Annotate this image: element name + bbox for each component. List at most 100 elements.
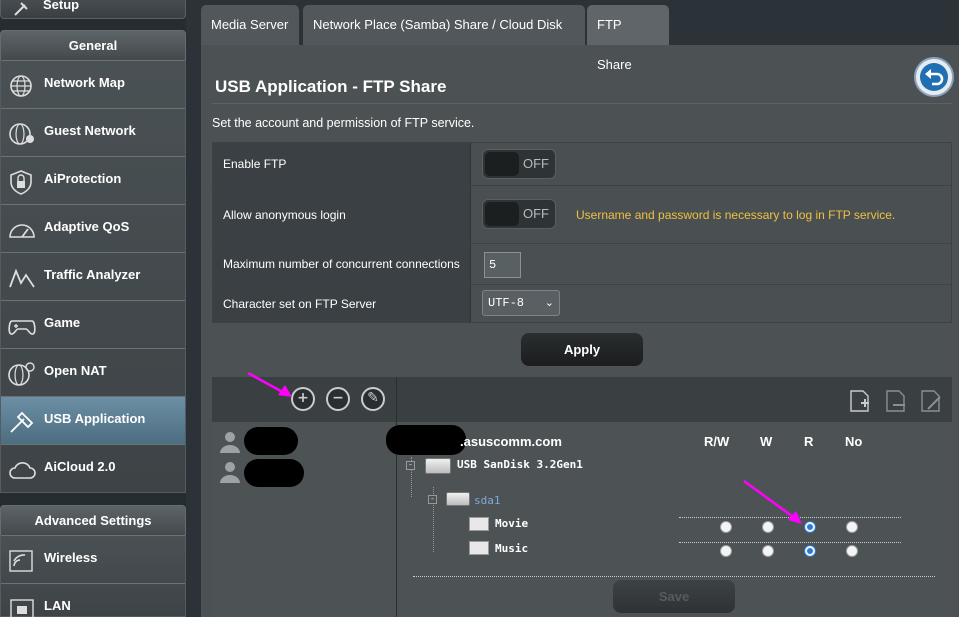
title-divider [212, 103, 952, 104]
sidebar-item-label: Network Map [44, 75, 125, 90]
back-button[interactable] [914, 57, 954, 97]
anonymous-login-label: Allow anonymous login [213, 186, 471, 243]
sidebar-item-network-map[interactable]: Network Map [1, 60, 185, 108]
music-rw-radio[interactable] [720, 545, 732, 557]
save-button[interactable]: Save [613, 580, 735, 613]
tab-network-place-share[interactable]: Network Place (Samba) Share / Cloud Disk [303, 5, 585, 45]
anonymous-login-row: Allow anonymous login OFF Username and p… [213, 185, 951, 243]
folder-name[interactable]: Movie [495, 517, 528, 530]
folder-icon [469, 517, 489, 531]
host-name: .asuscomm.com [460, 434, 562, 449]
toggle-state: OFF [523, 206, 549, 221]
advanced-nav: Wireless LAN [0, 535, 186, 617]
sidebar-item-label: USB Application [44, 411, 146, 426]
tab-media-server[interactable]: Media Server [201, 5, 299, 45]
guest-network-icon [9, 123, 34, 145]
charset-select[interactable]: UTF-8 ⌄ [482, 290, 560, 316]
movie-no-radio[interactable] [846, 521, 858, 533]
sidebar-item-usb-application[interactable]: USB Application [1, 396, 185, 444]
drive-label: USB SanDisk 3.2Gen1 [457, 458, 583, 471]
column-r: R [804, 434, 814, 449]
anonymous-login-toggle[interactable]: OFF [482, 199, 556, 229]
account-permission-panel: + − ✎ .asuscomm.com R/W W R No - USB San… [212, 377, 952, 617]
column-rw: R/W [704, 434, 730, 449]
anonymous-login-warning: Username and password is necessary to lo… [576, 208, 896, 222]
toggle-state: OFF [523, 156, 549, 171]
wireless-icon [9, 550, 33, 572]
sidebar-item-label: Open NAT [44, 363, 107, 378]
enable-ftp-toggle[interactable]: OFF [482, 149, 556, 179]
column-no: No [845, 434, 863, 449]
movie-rw-radio[interactable] [720, 521, 732, 533]
annotation-arrow-icon [247, 371, 292, 397]
cloud-icon [9, 462, 36, 479]
panel-divider [396, 377, 397, 617]
page-description: Set the account and permission of FTP se… [212, 116, 475, 130]
enable-ftp-row: Enable FTP OFF [213, 143, 951, 185]
lan-icon [10, 599, 34, 617]
sidebar-item-aiprotection[interactable]: AiProtection [1, 156, 185, 204]
back-arrow-icon [920, 63, 948, 91]
sidebar-item-setup[interactable]: Setup [0, 0, 186, 19]
main-panel: Media Server Network Place (Samba) Share… [201, 0, 959, 617]
general-nav: Network Map Guest Network AiProtection A… [0, 60, 186, 493]
advanced-settings-header: Advanced Settings [0, 505, 186, 536]
column-w: W [760, 434, 773, 449]
collapse-toggle[interactable]: - [406, 461, 415, 470]
max-connections-input[interactable]: 5 [484, 252, 521, 278]
redacted-hostname [386, 425, 466, 455]
sidebar-item-guest-network[interactable]: Guest Network [1, 108, 185, 156]
music-no-radio[interactable] [846, 545, 858, 557]
sidebar-item-wireless[interactable]: Wireless [1, 535, 185, 583]
sidebar-item-aicloud[interactable]: AiCloud 2.0 [1, 444, 185, 492]
user-icon [220, 432, 240, 453]
sidebar-item-label: Traffic Analyzer [44, 267, 141, 282]
pencil-icon: ✎ [363, 389, 383, 409]
sidebar-item-label: Wireless [44, 550, 98, 565]
account-item[interactable] [218, 457, 388, 487]
toggle-knob [485, 202, 519, 226]
sidebar-item-label: AiCloud 2.0 [44, 459, 116, 474]
tab-bar: Media Server Network Place (Samba) Share… [201, 0, 959, 72]
edit-account-button[interactable]: ✎ [361, 387, 385, 411]
open-nat-icon [8, 362, 35, 386]
shield-lock-icon [10, 170, 32, 195]
music-r-radio[interactable] [804, 545, 816, 557]
folder-icon [469, 541, 489, 555]
apply-button[interactable]: Apply [521, 333, 643, 366]
sidebar-item-adaptive-qos[interactable]: Adaptive QoS [1, 204, 185, 252]
sidebar-item-open-nat[interactable]: Open NAT [1, 348, 185, 396]
folder-name[interactable]: Music [495, 542, 528, 555]
usb-application-icon [10, 411, 34, 433]
add-folder-icon[interactable] [849, 389, 871, 413]
sidebar-item-traffic-analyzer[interactable]: Traffic Analyzer [1, 252, 185, 300]
delete-folder-icon[interactable] [885, 389, 907, 413]
charset-label: Character set on FTP Server [213, 285, 471, 322]
page-title: USB Application - FTP Share [215, 77, 447, 96]
account-toolbar [212, 377, 952, 422]
max-connections-row: Maximum number of concurrent connections… [213, 243, 951, 284]
tab-ftp-share[interactable]: FTP Share [587, 5, 669, 72]
sidebar-item-label: Setup [43, 0, 80, 12]
sidebar-item-label: Guest Network [44, 123, 136, 138]
user-icon [220, 462, 240, 483]
sidebar-item-label: LAN [44, 598, 71, 613]
network-map-icon [10, 75, 32, 97]
account-item[interactable] [218, 427, 388, 455]
sidebar-item-label: AiProtection [44, 171, 122, 186]
chevron-down-icon: ⌄ [544, 296, 554, 309]
sidebar-item-lan[interactable]: LAN [1, 583, 185, 617]
ftp-settings-table: Enable FTP OFF Allow anonymous login OFF… [212, 142, 952, 323]
sidebar-item-game[interactable]: Game [1, 300, 185, 348]
collapse-toggle[interactable]: - [428, 495, 437, 504]
setup-icon [14, 2, 28, 16]
delete-account-button[interactable]: − [326, 387, 350, 411]
sidebar: Setup General Network Map Guest Network [0, 0, 186, 617]
max-connections-label: Maximum number of concurrent connections [213, 244, 471, 284]
partition-icon [446, 492, 470, 506]
general-header: General [0, 30, 186, 61]
music-w-radio[interactable] [762, 545, 774, 557]
edit-folder-icon[interactable] [920, 389, 942, 413]
toggle-knob [485, 152, 519, 176]
minus-icon: − [328, 389, 348, 409]
